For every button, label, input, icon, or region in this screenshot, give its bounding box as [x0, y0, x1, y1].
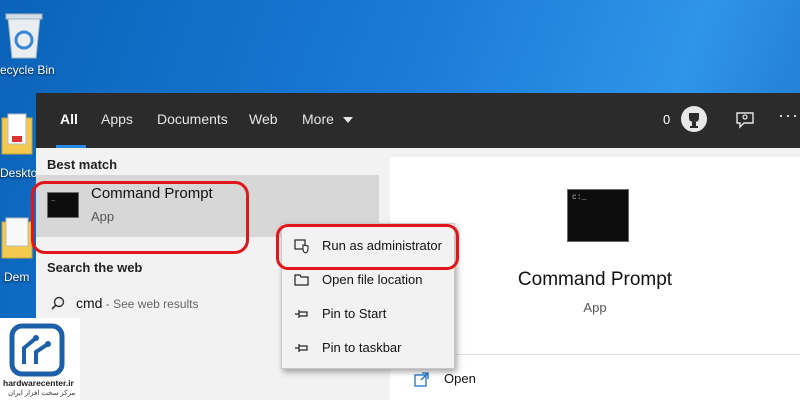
folder-open-icon: [294, 274, 309, 286]
web-query-suffix: - See web results: [102, 297, 199, 311]
highlight-ring-command-prompt: [31, 181, 249, 254]
feedback-icon[interactable]: [735, 110, 755, 130]
tab-web[interactable]: Web: [249, 111, 278, 127]
menu-item-pin-to-taskbar[interactable]: Pin to taskbar: [282, 332, 454, 364]
menu-item-label: Open file location: [322, 272, 423, 287]
menu-item-pin-to-start[interactable]: Pin to Start: [282, 298, 454, 330]
recycle-bin-icon[interactable]: ecycle Bin: [0, 8, 60, 80]
open-icon: [414, 372, 429, 387]
open-label: Open: [444, 371, 476, 386]
demo-folder-label: Dem: [4, 270, 30, 284]
logo-tagline: مرکز سخت افزار ایران: [8, 390, 76, 397]
recycle-bin-label: ecycle Bin: [0, 63, 55, 77]
trophy-icon[interactable]: [681, 106, 707, 132]
more-options-icon[interactable]: ···: [778, 105, 799, 126]
web-query: cmd: [76, 295, 103, 311]
hardwarecenter-logo: hardwarecenter.ir مرکز سخت افزار ایران: [0, 318, 80, 400]
pin-icon: [295, 344, 308, 352]
desktop-folder-icon[interactable]: Deskto: [0, 112, 38, 184]
command-prompt-large-icon: c:_: [567, 189, 629, 242]
tab-more[interactable]: More: [302, 111, 353, 127]
menu-item-label: Pin to Start: [322, 306, 387, 321]
menu-item-label: Pin to taskbar: [322, 340, 402, 355]
search-filter-bar: All Apps Documents Web More 0 ···: [36, 93, 800, 148]
open-action[interactable]: Open: [414, 369, 614, 393]
logo-site-text: hardwarecenter.ir: [3, 378, 74, 388]
search-web-heading: Search the web: [47, 260, 143, 275]
chevron-down-icon: [342, 117, 353, 124]
web-search-result[interactable]: cmd - See web results: [36, 288, 276, 318]
tab-apps[interactable]: Apps: [101, 111, 133, 127]
rewards-points: 0: [663, 112, 671, 127]
best-match-heading: Best match: [47, 157, 118, 172]
tab-documents[interactable]: Documents: [157, 111, 228, 127]
pin-icon: [295, 310, 308, 318]
tab-all[interactable]: All: [60, 111, 78, 127]
highlight-ring-run-as-admin: [276, 224, 459, 270]
search-icon: [51, 296, 65, 310]
tab-more-label: More: [302, 111, 334, 127]
desktop-folder-label: Deskto: [0, 166, 38, 180]
